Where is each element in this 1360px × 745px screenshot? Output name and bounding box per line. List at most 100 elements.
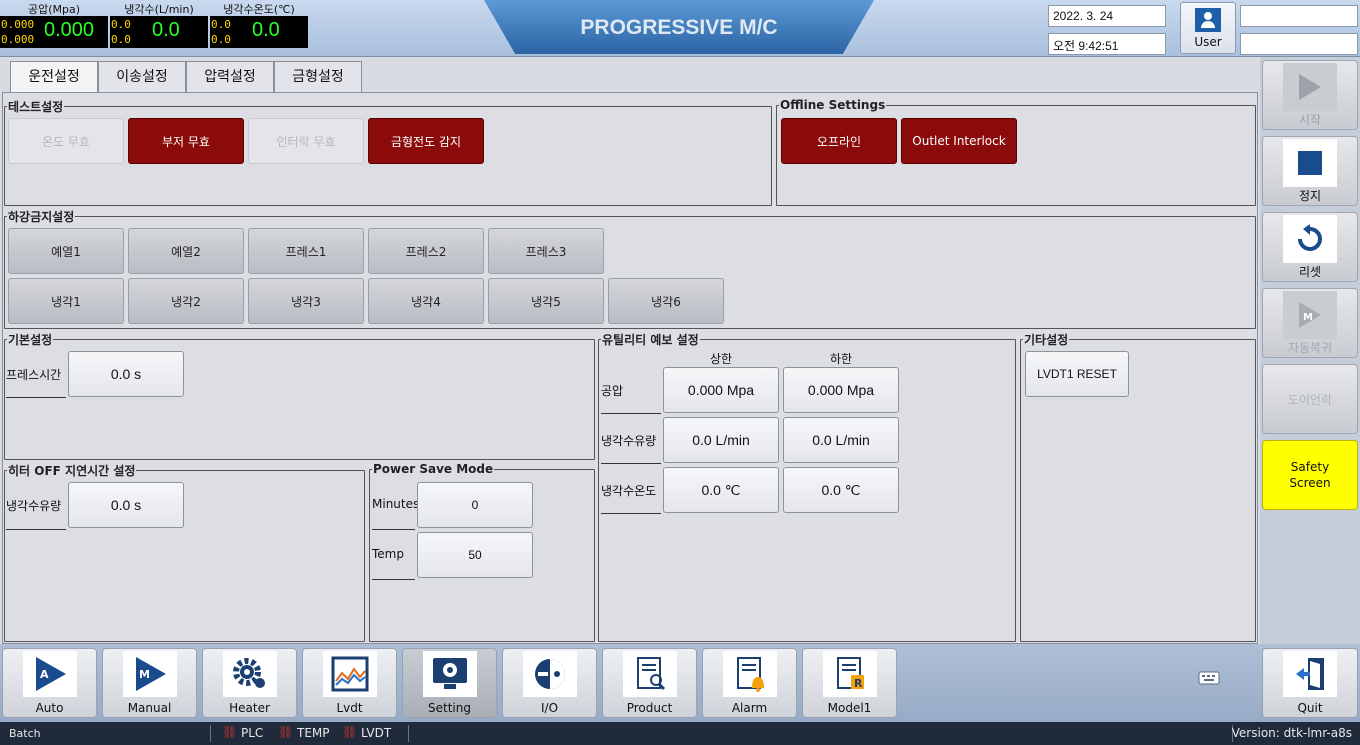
descent-cool-1-button[interactable]: 냉각1 [8, 278, 124, 324]
buzzer-disable-button[interactable]: 부저 무효 [128, 118, 244, 164]
descent-cool-5-button[interactable]: 냉각5 [488, 278, 604, 324]
tab-transfer[interactable]: 이송설정 [98, 61, 186, 93]
group-title: 유틸리티 예보 설정 [602, 333, 699, 347]
lvdt1-reset-button[interactable]: LVDT1 RESET [1025, 351, 1129, 397]
stop-icon [1283, 139, 1337, 187]
user-label: User [1194, 35, 1222, 49]
descent-press-1-button[interactable]: 프레스1 [248, 228, 364, 274]
group-title: 기본설정 [8, 333, 53, 347]
meter-sub-value: 0.000 [1, 18, 35, 31]
meter-value: 0.000 [44, 19, 95, 41]
temp-disable-button[interactable]: 온도 무효 [8, 118, 124, 164]
status-version: Version: dtk-lmr-a8s [1231, 726, 1352, 740]
safety-screen-button[interactable]: Safety Screen [1262, 440, 1358, 510]
user-button[interactable]: User [1180, 2, 1236, 54]
user-icon [1195, 8, 1221, 32]
coolant-temp-meter: 냉각수온도(℃) 0.0 0.0 0.0 [210, 3, 308, 48]
meter-sub-value: 0.000 [1, 33, 35, 46]
coolant-flow-meter: 냉각수(L/min) 0.0 0.0 0.0 [110, 3, 208, 48]
io-icon [522, 651, 577, 697]
coolant-flow-lower-input[interactable]: 0.0 L/min [783, 417, 899, 463]
link-broken-icon: ⛓ [278, 725, 294, 739]
group-title: Offline Settings [780, 98, 886, 112]
minutes-input[interactable]: 0 [417, 482, 533, 528]
air-pressure-meter: 공압(Mpa) 0.000 0.000 0.000 [0, 3, 108, 48]
nav-quit[interactable]: Quit [1262, 648, 1358, 718]
mold-tip-detect-button[interactable]: 금형전도 감지 [368, 118, 484, 164]
nav-setting[interactable]: Setting [402, 648, 497, 718]
tab-mold[interactable]: 금형설정 [274, 61, 362, 93]
meter-sub-value: 0.0 [111, 18, 131, 31]
nav-label: Setting [428, 701, 471, 715]
nav-label: I/O [540, 701, 559, 715]
air-pressure-lower-input[interactable]: 0.000 Mpa [783, 367, 899, 413]
descent-preheat-2-button[interactable]: 예열2 [128, 228, 244, 274]
svg-text:M: M [1303, 312, 1313, 323]
status-temp: TEMP [297, 726, 330, 740]
nav-product[interactable]: Product [602, 648, 697, 718]
door-unlock-button[interactable]: 도어언락 [1262, 364, 1358, 434]
offline-button[interactable]: 오프라인 [781, 118, 897, 164]
coolant-temp-upper-input[interactable]: 0.0 ℃ [663, 467, 779, 513]
group-title: 테스트설정 [8, 100, 64, 114]
auto-return-button[interactable]: M 자동복귀 [1262, 288, 1358, 358]
coolant-temp-lower-input[interactable]: 0.0 ℃ [783, 467, 899, 513]
nav-label: Alarm [731, 701, 768, 715]
label-underline [6, 397, 66, 398]
label-underline [601, 463, 661, 464]
play-icon [1283, 63, 1337, 111]
lower-limit-header: 하한 [829, 352, 853, 366]
reset-button[interactable]: 리셋 [1262, 212, 1358, 282]
label-underline [601, 413, 661, 414]
press-time-label: 프레스시간 [6, 368, 62, 382]
nav-lvdt[interactable]: Lvdt [302, 648, 397, 718]
interlock-disable-button[interactable]: 인터락 무효 [248, 118, 364, 164]
label-underline [6, 529, 66, 530]
temp-label: Temp [372, 547, 404, 561]
meter-value: 0.0 [252, 19, 280, 41]
meter-label: 냉각수(L/min) [124, 3, 194, 16]
descent-cool-4-button[interactable]: 냉각4 [368, 278, 484, 324]
manual-icon: M [122, 651, 177, 697]
descent-press-3-button[interactable]: 프레스3 [488, 228, 604, 274]
meter-sub-value: 0.0 [211, 33, 231, 46]
nav-label: Auto [35, 701, 64, 715]
coolant-temp-label: 냉각수온도 [601, 484, 657, 498]
group-title: 기타설정 [1024, 333, 1069, 347]
svg-text:A: A [40, 668, 49, 681]
press-time-input[interactable]: 0.0 s [68, 351, 184, 397]
user-field-2 [1240, 33, 1358, 55]
nav-io[interactable]: I/O [502, 648, 597, 718]
coolant-flow-upper-input[interactable]: 0.0 L/min [663, 417, 779, 463]
descent-cool-6-button[interactable]: 냉각6 [608, 278, 724, 324]
svg-text:R: R [854, 677, 863, 690]
descent-press-2-button[interactable]: 프레스2 [368, 228, 484, 274]
descent-cool-3-button[interactable]: 냉각3 [248, 278, 364, 324]
upper-limit-header: 상한 [709, 352, 733, 366]
group-title: 히터 OFF 지연시간 설정 [8, 464, 136, 478]
tab-operation[interactable]: 운전설정 [10, 61, 98, 94]
descent-cool-2-button[interactable]: 냉각2 [128, 278, 244, 324]
heater-off-delay-input[interactable]: 0.0 s [68, 482, 184, 528]
tab-pressure[interactable]: 압력설정 [186, 61, 274, 93]
keyboard-icon[interactable] [1198, 671, 1222, 689]
air-pressure-upper-input[interactable]: 0.000 Mpa [663, 367, 779, 413]
start-button[interactable]: 시작 [1262, 60, 1358, 130]
reset-icon [1283, 215, 1337, 263]
nav-heater[interactable]: Heater [202, 648, 297, 718]
descent-preheat-1-button[interactable]: 예열1 [8, 228, 124, 274]
nav-auto[interactable]: A Auto [2, 648, 97, 718]
line-chart-icon [322, 651, 377, 697]
nav-model[interactable]: R Model1 [802, 648, 897, 718]
meter-sub-value: 0.0 [111, 33, 131, 46]
outlet-interlock-button[interactable]: Outlet Interlock [901, 118, 1017, 164]
stop-button[interactable]: 정지 [1262, 136, 1358, 206]
group-title: Power Save Mode [373, 462, 494, 476]
auto-icon: A [22, 651, 77, 697]
nav-manual[interactable]: M Manual [102, 648, 197, 718]
temp-input[interactable]: 50 [417, 532, 533, 578]
nav-alarm[interactable]: Alarm [702, 648, 797, 718]
group-title: 하강금지설정 [8, 210, 75, 224]
label-underline [372, 579, 415, 580]
coolant-flow-label: 냉각수유량 [601, 434, 657, 448]
